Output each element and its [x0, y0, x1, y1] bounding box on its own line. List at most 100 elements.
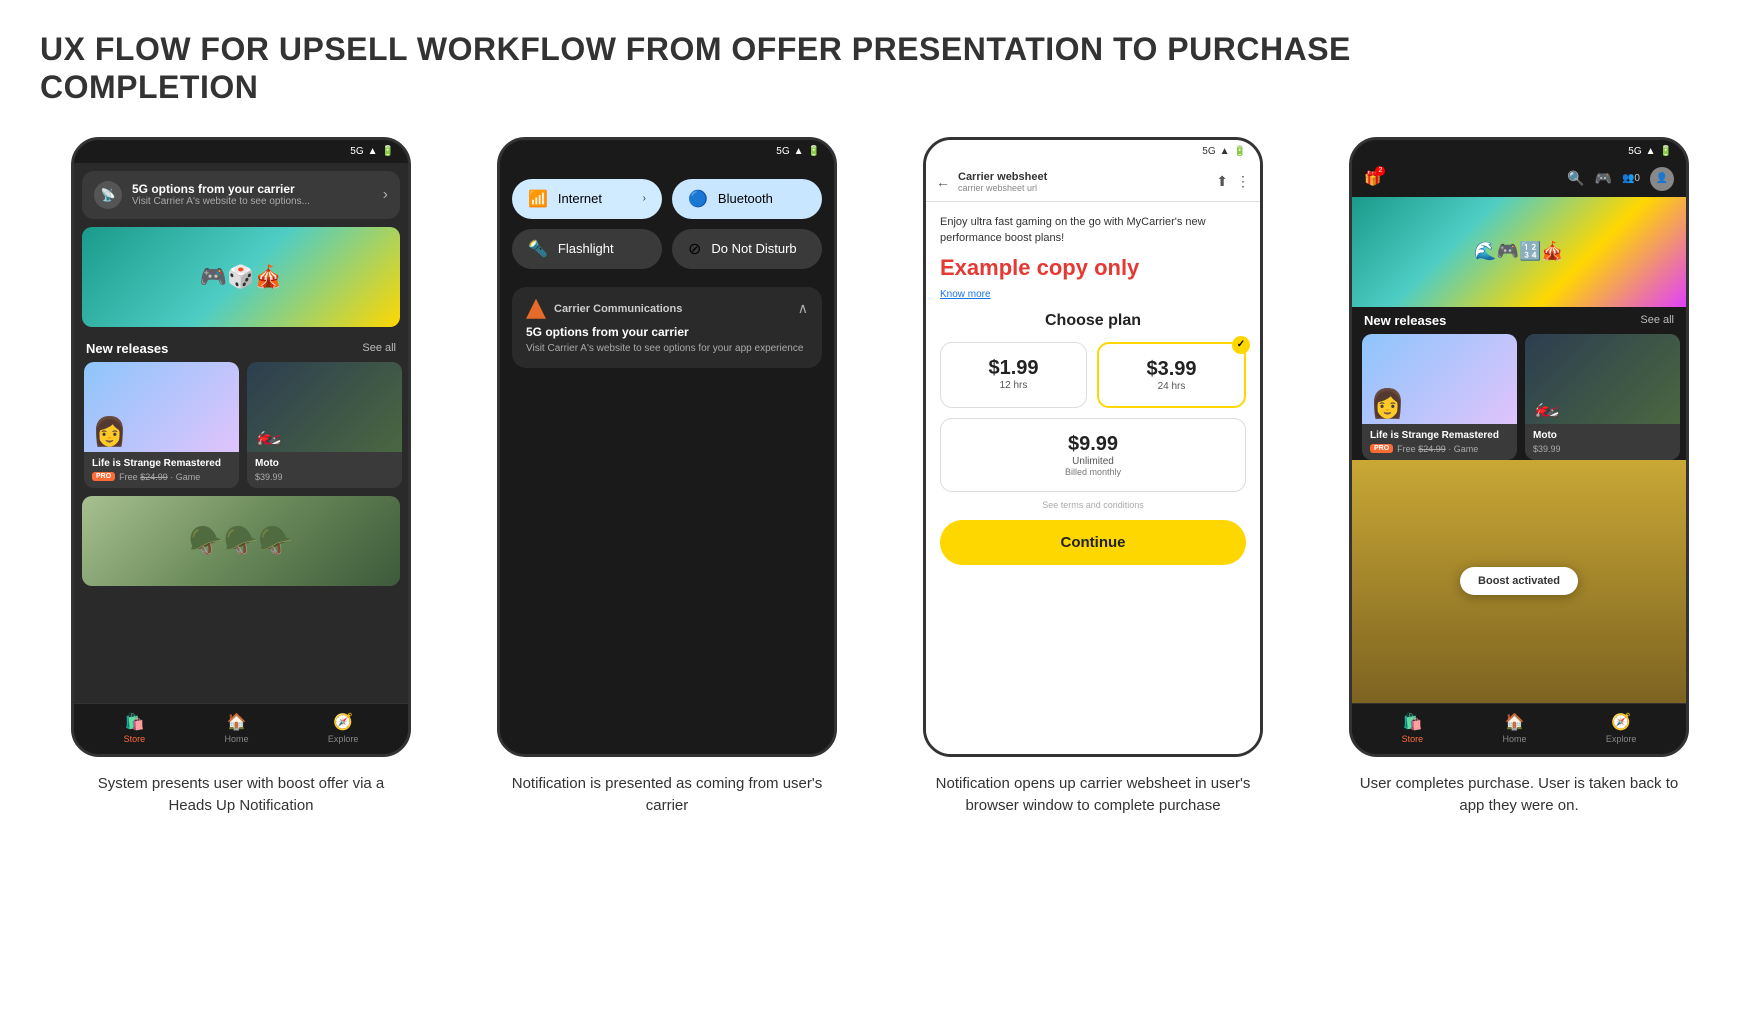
share-icon[interactable]: ⬆: [1216, 173, 1228, 190]
5g-label-1: 5G: [350, 146, 363, 157]
nav-store-4[interactable]: 🛍️ Store: [1402, 712, 1424, 744]
signal-icon-4: ▲: [1646, 146, 1656, 157]
step-1-description: System presents user with boost offer vi…: [81, 773, 401, 818]
explore-icon-4: 🧭: [1611, 712, 1631, 732]
game-cards-row-1: 👩 Life is Strange Remastered PRO Free $2…: [74, 362, 408, 488]
more-icon[interactable]: ⋮: [1236, 173, 1250, 190]
plan-price-399: $3.99: [1107, 358, 1236, 381]
5g-label-4: 5G: [1628, 146, 1641, 157]
moto-card-info-1: Moto $39.99: [247, 452, 402, 488]
flashlight-icon: 🔦: [528, 239, 548, 259]
avatar-4[interactable]: 👤: [1650, 167, 1674, 191]
phone-1: 5G ▲ 🔋 📡 5G options from your carrier Vi…: [71, 137, 411, 757]
status-icons-3: 5G ▲ 🔋: [1202, 146, 1246, 157]
dnd-tile[interactable]: ⊘ Do Not Disturb: [672, 229, 822, 269]
new-releases-label-1: New releases: [86, 341, 168, 356]
flow-step-1: 5G ▲ 🔋 📡 5G options from your carrier Vi…: [40, 137, 442, 818]
expand-icon[interactable]: ∧: [798, 300, 808, 317]
carrier-icon: [526, 299, 546, 319]
bottom-banner-1: 🪖🪖🪖: [82, 496, 400, 586]
heads-up-notification[interactable]: 📡 5G options from your carrier Visit Car…: [82, 171, 400, 219]
internet-tile[interactable]: 📶 Internet ›: [512, 179, 662, 219]
gamepad-icon-4[interactable]: 🎮: [1595, 170, 1612, 187]
status-icons-2: 5G ▲ 🔋: [776, 146, 820, 157]
moto-name-4: Moto: [1533, 430, 1672, 441]
phone2-content: 📶 Internet › 🔵 Bluetooth 🔦 Flashlight: [500, 163, 834, 754]
game-banner-1: 🎮🎲🎪: [82, 227, 400, 327]
plan-card-unlimited[interactable]: $9.99 Unlimited Billed monthly: [940, 418, 1246, 492]
section-header-1: New releases See all: [74, 335, 408, 362]
gift-badge: 2: [1375, 166, 1385, 176]
lis-meta-4: PRO Free $24.99 · Game: [1370, 444, 1509, 454]
carrier-notif-desc: Visit Carrier A's website to see options…: [526, 342, 808, 356]
topbar-right: 🔍 🎮 👥0 👤: [1567, 167, 1674, 191]
phone-nav-1: 🛍️ Store 🏠 Home 🧭 Explore: [74, 703, 408, 754]
lis-card-info-1: Life is Strange Remastered PRO Free $24.…: [84, 452, 239, 488]
websheet-body: Enjoy ultra fast gaming on the go with M…: [926, 202, 1260, 754]
step-2-description: Notification is presented as coming from…: [507, 773, 827, 818]
flashlight-label: Flashlight: [558, 241, 614, 256]
carrier-notif-title: 5G options from your carrier: [526, 325, 808, 339]
battery-icon-1: 🔋: [382, 146, 394, 157]
lis-meta-1: PRO Free $24.99 · Game: [92, 472, 231, 482]
flashlight-tile[interactable]: 🔦 Flashlight: [512, 229, 662, 269]
status-bar-4: 5G ▲ 🔋: [1352, 140, 1686, 163]
topbar-left: 🎁 2: [1364, 170, 1381, 188]
lis-price-1: Free $24.99 · Game: [119, 472, 200, 482]
carrier-app-name: Carrier Communications: [554, 303, 682, 315]
flow-step-4: 5G ▲ 🔋 🎁 2 🔍 🎮 👥0 👤: [1318, 137, 1720, 818]
store-icon-4: 🛍️: [1402, 712, 1422, 732]
browser-back-btn[interactable]: ←: [936, 174, 950, 190]
signal-icon-3: ▲: [1220, 146, 1230, 157]
bluetooth-label: Bluetooth: [718, 191, 773, 206]
game-card-moto-4[interactable]: 🏍️ Moto $39.99: [1525, 334, 1680, 460]
lis-name-1: Life is Strange Remastered: [92, 458, 231, 469]
nav-explore-1[interactable]: 🧭 Explore: [328, 712, 359, 744]
section-header-4: New releases See all: [1352, 307, 1686, 334]
nav-home-1[interactable]: 🏠 Home: [224, 712, 248, 744]
cn-left: Carrier Communications: [526, 299, 682, 319]
flow-step-2: 5G ▲ 🔋 📶 Internet › 🔵 Bluetoot: [466, 137, 868, 818]
notif-title: 5G options from your carrier: [132, 182, 373, 196]
see-all-link-4[interactable]: See all: [1640, 314, 1674, 326]
moto-price-4: $39.99: [1533, 444, 1672, 454]
moto-card-img-4: 🏍️: [1525, 334, 1680, 424]
plan-billing: Billed monthly: [949, 467, 1237, 477]
know-more-link[interactable]: Know more: [940, 289, 1246, 300]
moto-card-info-4: Moto $39.99: [1525, 424, 1680, 460]
plan-card-199[interactable]: $1.99 12 hrs: [940, 342, 1087, 408]
nav-home-4[interactable]: 🏠 Home: [1502, 712, 1526, 744]
game-card-lis-4[interactable]: 👩 Life is Strange Remastered PRO Free $2…: [1362, 334, 1517, 460]
5g-label-3: 5G: [1202, 146, 1215, 157]
lis-card-img-1: 👩: [84, 362, 239, 452]
status-bar-3: 5G ▲ 🔋: [926, 140, 1260, 163]
new-releases-label-4: New releases: [1364, 313, 1446, 328]
cn-header: Carrier Communications ∧: [526, 299, 808, 319]
flow-container: 5G ▲ 🔋 📡 5G options from your carrier Vi…: [40, 137, 1720, 818]
notif-text: 5G options from your carrier Visit Carri…: [132, 182, 373, 207]
carrier-notification[interactable]: Carrier Communications ∧ 5G options from…: [512, 287, 822, 368]
game-card-moto-1[interactable]: 🏍️ Moto $39.99: [247, 362, 402, 488]
nav-explore-4[interactable]: 🧭 Explore: [1606, 712, 1637, 744]
plan-options: $1.99 12 hrs ✓ $3.99 24 hrs: [940, 342, 1246, 408]
see-all-link-1[interactable]: See all: [362, 342, 396, 354]
flow-step-3: 5G ▲ 🔋 ← Carrier websheet carrier webshe…: [892, 137, 1294, 818]
moto-card-img-1: 🏍️: [247, 362, 402, 452]
browser-url-block: Carrier websheet carrier websheet url: [958, 171, 1208, 193]
nav-store-1[interactable]: 🛍️ Store: [124, 712, 146, 744]
gift-icon-wrapper: 🎁 2: [1364, 170, 1381, 188]
internet-label: Internet: [558, 191, 602, 206]
bluetooth-tile[interactable]: 🔵 Bluetooth: [672, 179, 822, 219]
continue-button[interactable]: Continue: [940, 520, 1246, 565]
choose-plan-title: Choose plan: [940, 312, 1246, 330]
game-card-lis-1[interactable]: 👩 Life is Strange Remastered PRO Free $2…: [84, 362, 239, 488]
terms-link[interactable]: See terms and conditions: [940, 500, 1246, 510]
notif-icon: 📡: [94, 181, 122, 209]
plan-card-399[interactable]: ✓ $3.99 24 hrs: [1097, 342, 1246, 408]
status-icons-1: 5G ▲ 🔋: [350, 146, 394, 157]
step-4-description: User completes purchase. User is taken b…: [1359, 773, 1679, 818]
search-icon-4[interactable]: 🔍: [1567, 170, 1584, 187]
battery-icon-4: 🔋: [1660, 146, 1672, 157]
plan-check-icon: ✓: [1232, 336, 1250, 354]
phone1-content: 📡 5G options from your carrier Visit Car…: [74, 163, 408, 703]
